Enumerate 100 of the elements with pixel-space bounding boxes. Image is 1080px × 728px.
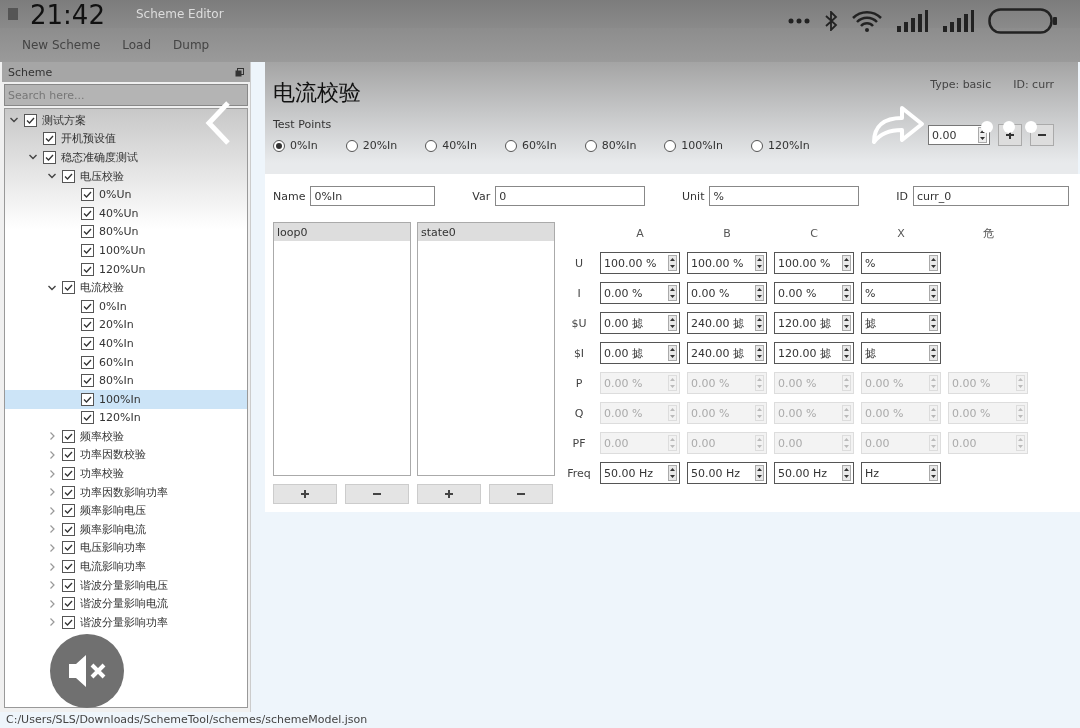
checkbox[interactable] (62, 597, 75, 611)
checkbox[interactable] (81, 299, 94, 313)
checkbox[interactable] (24, 113, 37, 127)
spin-arrows-icon (929, 375, 938, 391)
radio-button[interactable]: 60%In (505, 139, 557, 152)
spin-box[interactable]: 50.00 Hz (774, 462, 854, 484)
id-label: ID: curr (1013, 78, 1054, 91)
search-field[interactable]: Search here... (4, 84, 248, 106)
tree-item[interactable]: 20%In (5, 315, 247, 335)
spin-box[interactable]: 0.00 摅 (600, 342, 680, 364)
tree-item[interactable]: 60%In (5, 352, 247, 372)
tree-item[interactable]: 40%In (5, 334, 247, 353)
spin-box[interactable]: 0.00 % (774, 282, 854, 304)
tree-item[interactable]: 频率影响电压 (5, 501, 247, 521)
tree-item[interactable]: 40%Un (5, 203, 247, 223)
tree-item[interactable]: 电流校验 (5, 278, 247, 297)
spin-box[interactable]: 0.00 (928, 125, 990, 145)
spin-box[interactable]: 0.00 % (600, 282, 680, 304)
checkbox[interactable] (81, 262, 94, 276)
add-button[interactable] (417, 484, 481, 504)
spin-box[interactable]: 240.00 摅 (687, 342, 767, 364)
text-field[interactable]: 0 (495, 186, 646, 206)
tree-item[interactable]: 80%Un (5, 222, 247, 242)
spin-box[interactable]: 50.00 Hz (600, 462, 680, 484)
spin-box[interactable]: 120.00 摅 (774, 342, 854, 364)
spin-box[interactable]: 100.00 % (687, 252, 767, 274)
list-item[interactable]: state0 (418, 223, 554, 241)
checkbox[interactable] (62, 485, 75, 499)
checkbox[interactable] (62, 522, 75, 536)
checkbox[interactable] (81, 243, 94, 257)
spin-box[interactable]: 240.00 摅 (687, 312, 767, 334)
add-button[interactable] (273, 484, 337, 504)
spin-box[interactable]: 100.00 % (774, 252, 854, 274)
tree-item[interactable]: 0%Un (5, 185, 247, 204)
spin-box[interactable]: % (861, 252, 941, 274)
spin-box[interactable]: 50.00 Hz (687, 462, 767, 484)
checkbox[interactable] (81, 206, 94, 220)
spin-box[interactable]: 100.00 % (600, 252, 680, 274)
tree-item[interactable]: 频率校验 (5, 427, 247, 446)
tree-item[interactable]: 电压校验 (5, 166, 247, 186)
list-item[interactable]: loop0 (274, 223, 410, 241)
checkbox[interactable] (81, 374, 94, 388)
checkbox[interactable] (81, 318, 94, 332)
tree-item[interactable]: 稳态准确度测试 (5, 148, 247, 167)
text-field[interactable]: 0%In (310, 186, 436, 206)
tree-item[interactable]: 开机预设值 (5, 129, 247, 149)
tree-item[interactable]: 0%In (5, 296, 247, 316)
tree-item[interactable]: 80%In (5, 371, 247, 390)
checkbox[interactable] (81, 188, 94, 202)
checkbox[interactable] (62, 615, 75, 629)
tree-item[interactable]: 电压影响功率 (5, 538, 247, 558)
tree-item[interactable]: 测试方案 (5, 111, 247, 130)
checkbox[interactable] (62, 169, 75, 183)
radio-button[interactable]: 100%In (664, 139, 724, 152)
checkbox[interactable] (62, 560, 75, 574)
checkbox[interactable] (62, 281, 75, 295)
tree-item[interactable]: 功率校验 (5, 464, 247, 483)
row-label: Freq (566, 466, 592, 480)
radio-button[interactable]: 20%In (345, 139, 398, 152)
spin-box[interactable]: 120.00 摅 (774, 312, 854, 334)
radio-button[interactable]: 40%In (425, 139, 477, 152)
text-field[interactable]: curr_0 (913, 186, 1069, 206)
checkbox[interactable] (43, 151, 56, 164)
checkbox[interactable] (43, 132, 56, 146)
tree-item[interactable]: 谐波分量影响电压 (5, 575, 247, 595)
checkbox[interactable] (81, 225, 94, 239)
radio-button[interactable]: 80%In (584, 139, 637, 152)
spin-box[interactable]: 摅 (861, 342, 941, 364)
tree-item[interactable]: 功率因数影响功率 (5, 482, 247, 502)
tree-item[interactable]: 电流影响功率 (5, 557, 247, 576)
checkbox[interactable] (62, 448, 75, 462)
checkbox[interactable] (81, 392, 94, 406)
more-dots-icon (788, 18, 810, 24)
tree-item[interactable]: 频率影响电流 (5, 520, 247, 539)
tree-item[interactable]: 100%In (5, 389, 247, 409)
radio-button[interactable]: 120%In (751, 139, 810, 152)
spin-box[interactable]: Hz (861, 462, 941, 484)
checkbox[interactable] (81, 336, 94, 350)
checkbox[interactable] (62, 429, 75, 443)
radio-button[interactable]: 0%In (273, 139, 318, 152)
tree-item[interactable]: 功率因数校验 (5, 445, 247, 465)
text-field[interactable]: % (709, 186, 860, 206)
checkbox[interactable] (62, 578, 75, 592)
spin-box[interactable]: % (861, 282, 941, 304)
row-label: I (576, 286, 582, 300)
checkbox[interactable] (81, 355, 94, 369)
checkbox[interactable] (81, 411, 94, 425)
checkbox[interactable] (62, 541, 75, 555)
tree-item[interactable]: 120%Un (5, 259, 247, 279)
checkbox[interactable] (62, 504, 75, 518)
spin-box[interactable]: 摅 (861, 312, 941, 334)
field-label: Var (472, 189, 491, 203)
checkbox[interactable] (62, 467, 75, 481)
tree-item[interactable]: 谐波分量影响电流 (5, 594, 247, 614)
tree-item[interactable]: 谐波分量影响功率 (5, 613, 247, 632)
spin-box[interactable]: 0.00 % (687, 282, 767, 304)
spin-box[interactable]: 0.00 摅 (600, 312, 680, 334)
spin-arrows-icon (1016, 405, 1025, 421)
tree-item[interactable]: 120%In (5, 408, 247, 428)
tree-item[interactable]: 100%Un (5, 241, 247, 260)
